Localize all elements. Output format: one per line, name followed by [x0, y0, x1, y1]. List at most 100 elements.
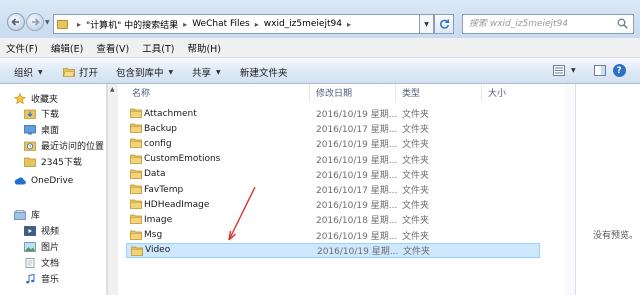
file-row[interactable]: Image 2016/10/18 星期... 文件夹	[126, 212, 540, 227]
chevron-right-icon[interactable]: ▸	[183, 20, 187, 29]
column-header-size[interactable]: 大小	[482, 84, 532, 101]
sidebar-favorites-label: 收藏夹	[31, 95, 59, 105]
chevron-right-icon[interactable]: ▸	[347, 20, 351, 29]
file-name: Video	[145, 245, 171, 256]
file-type: 文件夹	[402, 216, 430, 227]
search-input[interactable]	[469, 19, 609, 29]
new-folder-label: 新建文件夹	[240, 68, 288, 79]
breadcrumb-wechat-files[interactable]: WeChat Files	[192, 19, 250, 29]
breadcrumb-search-results[interactable]: "计算机" 中的搜索结果	[86, 18, 178, 31]
menu-tools[interactable]: 工具(T)	[142, 41, 174, 55]
music-library-icon	[24, 273, 36, 284]
folder-icon	[130, 154, 142, 164]
file-row[interactable]: config 2016/10/19 星期... 文件夹	[126, 136, 540, 151]
navigation-scrollbar[interactable]: ▲	[107, 84, 118, 295]
arrow-left-icon	[11, 18, 19, 26]
file-row[interactable]: Attachment 2016/10/19 星期... 文件夹	[126, 106, 540, 121]
change-view-button[interactable]	[552, 65, 565, 77]
column-header-type[interactable]: 类型	[396, 84, 482, 101]
navigation-pane: 收藏夹 下载 桌面 最近访问的位置 2345下载 OneDrive 库 视频 图…	[0, 84, 107, 295]
file-list-scrollbar[interactable]	[565, 84, 575, 295]
sidebar-item-label: 图片	[41, 243, 60, 253]
file-name: CustomEmotions	[144, 154, 221, 165]
file-type: 文件夹	[402, 110, 430, 120]
sidebar-item-documents[interactable]: 文档	[24, 256, 59, 269]
search-box[interactable]	[462, 14, 634, 34]
recent-pages-dropdown[interactable]: ▼	[45, 19, 51, 26]
sidebar-favorites[interactable]: 收藏夹	[14, 92, 58, 105]
file-name: HDHeadImage	[144, 199, 210, 210]
sidebar-item-desktop[interactable]: 桌面	[24, 123, 59, 136]
address-bar-row: ▼ ▸ "计算机" 中的搜索结果 ▸ WeChat Files ▸ wxid_i…	[0, 0, 640, 38]
chevron-right-icon[interactable]: ▸	[255, 20, 259, 29]
chevron-down-icon: ▼	[38, 68, 43, 76]
sidebar-item-label: 视频	[41, 227, 60, 237]
file-date: 2016/10/19 星期...	[316, 201, 398, 212]
new-folder-button[interactable]: 新建文件夹	[240, 65, 288, 79]
organize-label: 组织	[14, 68, 34, 79]
file-row[interactable]: Data 2016/10/19 星期... 文件夹	[126, 167, 540, 182]
column-header-date[interactable]: 修改日期	[310, 84, 396, 101]
library-icon	[14, 209, 26, 220]
file-row[interactable]: FavTemp 2016/10/17 星期... 文件夹	[126, 182, 540, 197]
sidebar-library[interactable]: 库	[14, 208, 40, 221]
file-name: Backup	[144, 123, 177, 134]
include-label: 包含到库中	[116, 68, 164, 79]
menu-edit[interactable]: 编辑(E)	[51, 41, 83, 55]
file-row[interactable]: Video 2016/10/19 星期... 文件夹	[126, 242, 540, 258]
file-name: Data	[144, 169, 166, 180]
file-name: Attachment	[144, 108, 197, 119]
file-type: 文件夹	[402, 140, 430, 151]
file-row[interactable]: HDHeadImage 2016/10/19 星期... 文件夹	[126, 197, 540, 212]
file-date: 2016/10/19 星期...	[316, 155, 398, 166]
arrow-right-icon	[32, 18, 40, 26]
sidebar-onedrive[interactable]: OneDrive	[14, 175, 73, 186]
address-box[interactable]: ▸ "计算机" 中的搜索结果 ▸ WeChat Files ▸ wxid_iz5…	[53, 14, 420, 34]
file-date: 2016/10/19 星期...	[316, 231, 398, 242]
file-type: 文件夹	[402, 155, 430, 166]
file-row[interactable]: Backup 2016/10/17 星期... 文件夹	[126, 121, 540, 136]
folder-icon	[130, 184, 142, 194]
file-date: 2016/10/17 星期...	[316, 125, 398, 136]
sidebar-item-recent-places[interactable]: 最近访问的位置	[24, 139, 104, 152]
scroll-up-icon[interactable]: ▲	[110, 86, 115, 93]
sidebar-item-2345-downloads[interactable]: 2345下载	[24, 155, 82, 168]
chevron-down-icon: ▼	[168, 68, 174, 76]
view-list-icon	[552, 65, 565, 76]
recent-places-icon	[24, 140, 36, 151]
search-icon[interactable]	[617, 18, 628, 29]
view-options-dropdown[interactable]: ▼	[571, 67, 576, 74]
folder-icon	[130, 215, 142, 225]
organize-button[interactable]: 组织 ▼	[14, 65, 43, 79]
file-type: 文件夹	[402, 170, 430, 181]
menu-file[interactable]: 文件(F)	[6, 41, 38, 55]
open-button[interactable]: 打开	[63, 65, 98, 79]
sidebar-item-music[interactable]: 音乐	[24, 272, 59, 285]
sidebar-item-pictures[interactable]: 图片	[24, 240, 59, 253]
menu-help[interactable]: 帮助(H)	[187, 41, 221, 55]
refresh-button[interactable]	[434, 14, 454, 34]
breadcrumb-wxid[interactable]: wxid_iz5meiejt94	[264, 19, 342, 29]
sidebar-library-label: 库	[31, 211, 41, 221]
file-row[interactable]: Msg 2016/10/19 星期... 文件夹	[126, 228, 540, 243]
file-name: FavTemp	[144, 184, 184, 195]
address-dropdown-button[interactable]: ▼	[420, 14, 434, 34]
include-in-library-button[interactable]: 包含到库中 ▼	[116, 65, 173, 79]
preview-pane-icon	[594, 65, 607, 76]
file-row[interactable]: CustomEmotions 2016/10/19 星期... 文件夹	[126, 152, 540, 167]
menu-view[interactable]: 查看(V)	[96, 41, 129, 55]
cloud-icon	[14, 175, 26, 186]
sidebar-item-downloads[interactable]: 下载	[24, 107, 59, 120]
file-type: 文件夹	[402, 231, 430, 242]
share-button[interactable]: 共享 ▼	[192, 65, 221, 79]
open-folder-icon	[63, 68, 75, 77]
column-header-name[interactable]: 名称	[126, 84, 310, 101]
preview-pane-button[interactable]	[594, 65, 607, 77]
forward-button[interactable]	[26, 13, 44, 31]
star-icon	[14, 93, 26, 104]
back-button[interactable]	[7, 13, 25, 31]
documents-library-icon	[24, 257, 36, 268]
sidebar-item-videos[interactable]: 视频	[24, 224, 59, 237]
sidebar-item-label: 下载	[41, 110, 60, 120]
help-icon[interactable]: ?	[612, 64, 626, 77]
